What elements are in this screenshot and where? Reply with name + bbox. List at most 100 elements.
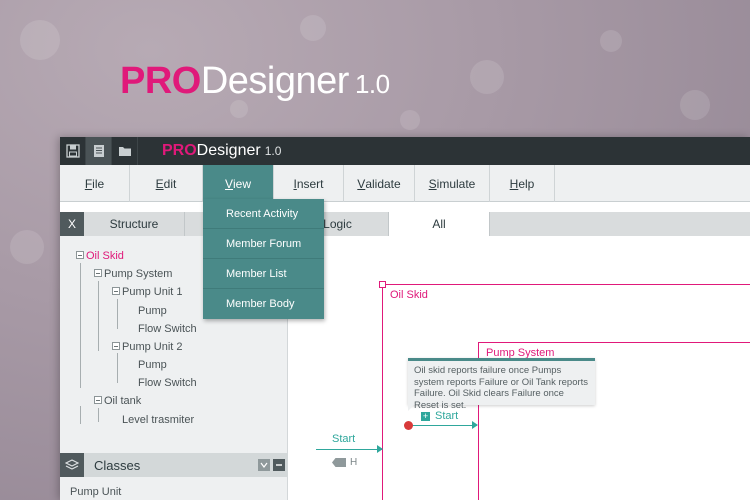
- close-panel-button[interactable]: X: [60, 212, 84, 236]
- app-title-pro: PRO: [162, 142, 197, 159]
- menu-edit[interactable]: Edit: [130, 165, 203, 202]
- bokeh-decoration: [300, 15, 326, 41]
- resize-handle[interactable]: [379, 281, 386, 288]
- menu-item-member-list[interactable]: Member List: [203, 259, 324, 289]
- tree-label: Oil Skid: [86, 250, 124, 262]
- error-indicator-dot[interactable]: [404, 421, 413, 430]
- view-dropdown-menu: Recent Activity Member Forum Member List…: [203, 199, 324, 319]
- h-tag[interactable]: H: [332, 457, 357, 468]
- bokeh-decoration: [10, 230, 44, 264]
- minimize-button[interactable]: [273, 459, 285, 471]
- menu-validate-mnemonic: V: [357, 176, 366, 191]
- menu-validate[interactable]: Validate: [344, 165, 415, 202]
- tree-connector: [117, 299, 118, 329]
- app-title-version: 1.0: [264, 144, 282, 158]
- document-icon: [93, 145, 104, 157]
- plus-icon: +: [421, 410, 430, 421]
- inner-start-connector: [409, 421, 478, 429]
- menu-item-member-forum[interactable]: Member Forum: [203, 229, 324, 259]
- menu-file-label: ile: [92, 176, 105, 191]
- oil-skid-label: Oil Skid: [390, 289, 428, 301]
- menu-edit-label: dit: [163, 176, 177, 191]
- menu-view-mnemonic: V: [224, 176, 233, 191]
- app-window: PRODesigner 1.0 File Edit View Insert Val…: [60, 137, 750, 500]
- menu-item-member-body[interactable]: Member Body: [203, 289, 324, 319]
- h-tag-label: H: [350, 457, 358, 468]
- tree-item-oil-tank[interactable]: Oil tank: [94, 395, 141, 407]
- class-item-pump-unit[interactable]: Pump Unit: [70, 486, 121, 498]
- title-bar: PRODesigner 1.0: [60, 137, 750, 165]
- tree-item-pump[interactable]: Pump: [138, 305, 167, 317]
- tree-item-oil-skid[interactable]: Oil Skid: [76, 250, 124, 262]
- collapse-toggle[interactable]: [94, 396, 102, 405]
- document-button[interactable]: [86, 137, 112, 165]
- menu-insert-label: nsert: [296, 176, 324, 191]
- menu-help-label: elp: [518, 176, 535, 191]
- hero-logo-pro: PRO: [120, 60, 201, 102]
- menu-simulate[interactable]: Simulate: [415, 165, 490, 202]
- app-title: PRODesigner 1.0: [162, 142, 281, 160]
- app-title-designer: Designer: [196, 142, 261, 159]
- minus-icon: [276, 464, 282, 466]
- tree-connector: [117, 353, 118, 383]
- inner-start-port[interactable]: + Start: [421, 410, 458, 422]
- collapse-toggle[interactable]: [112, 287, 120, 296]
- classes-panel-header: Classes: [60, 453, 288, 477]
- tree-connector: [80, 406, 81, 424]
- hero-logo-designer: Designer: [200, 60, 350, 102]
- menu-edit-mnemonic: E: [155, 176, 164, 191]
- bokeh-decoration: [20, 20, 60, 60]
- save-button[interactable]: [60, 137, 86, 165]
- hero-logo-version: 1.0: [354, 69, 390, 99]
- collapse-toggle[interactable]: [76, 251, 84, 260]
- tree-item-pump-system[interactable]: Pump System: [94, 268, 172, 280]
- menu-file-mnemonic: F: [84, 176, 93, 191]
- tree-connector: [80, 263, 81, 303]
- tree-item-flow-switch[interactable]: Flow Switch: [138, 377, 197, 389]
- tab-structure[interactable]: Structure: [84, 212, 185, 236]
- menu-insert[interactable]: Insert: [274, 165, 344, 202]
- tree-connector: [98, 408, 99, 422]
- classes-title: Classes: [94, 457, 141, 473]
- diagram-canvas[interactable]: Oil Skid Pump System Oil skid reports fa…: [288, 236, 750, 500]
- tree-item-pump-unit-1[interactable]: Pump Unit 1: [112, 286, 183, 298]
- tree-connector: [98, 281, 99, 351]
- tree-label: Oil tank: [104, 395, 142, 407]
- tree-item-level-transmitter[interactable]: Level trasmiter: [122, 414, 194, 426]
- tree-item-pump-unit-2[interactable]: Pump Unit 2: [112, 341, 183, 353]
- menu-bar: File Edit View Insert Validate Simulate …: [60, 165, 750, 202]
- menu-file[interactable]: File: [60, 165, 130, 202]
- menu-help[interactable]: Help: [490, 165, 555, 202]
- layers-icon: [60, 453, 84, 477]
- tree-label: Pump Unit 2: [122, 341, 183, 353]
- outer-start-connector: [316, 445, 383, 453]
- collapse-down-button[interactable]: [258, 459, 270, 471]
- tab-bar: X Structure Logic All: [60, 212, 750, 236]
- bokeh-decoration: [400, 110, 420, 130]
- menu-item-recent-activity[interactable]: Recent Activity: [203, 199, 324, 229]
- tab-all[interactable]: All: [389, 212, 490, 236]
- menu-view[interactable]: View: [203, 165, 274, 202]
- tag-icon: [332, 458, 346, 467]
- open-folder-button[interactable]: [112, 137, 138, 165]
- chevron-down-icon: [260, 462, 268, 468]
- tree-item-flow-switch[interactable]: Flow Switch: [138, 323, 197, 335]
- collapse-toggle[interactable]: [112, 342, 120, 351]
- save-icon: [65, 144, 80, 158]
- bokeh-decoration: [470, 60, 504, 94]
- collapse-toggle[interactable]: [94, 269, 102, 278]
- tree-connector: [80, 302, 81, 388]
- tree-label: Pump System: [104, 268, 173, 280]
- tree-item-pump[interactable]: Pump: [138, 359, 167, 371]
- menu-help-mnemonic: H: [509, 176, 519, 191]
- bokeh-decoration: [600, 30, 622, 52]
- menu-simulate-label: imulate: [436, 176, 476, 191]
- outer-start-label: Start: [332, 433, 356, 445]
- bokeh-decoration: [680, 90, 710, 120]
- menu-simulate-mnemonic: S: [428, 176, 437, 191]
- menu-validate-label: alidate: [365, 176, 401, 191]
- tree-label: Pump Unit 1: [122, 286, 183, 298]
- menu-view-label: iew: [233, 176, 252, 191]
- inner-start-label: Start: [435, 410, 459, 422]
- tooltip-tail: [408, 405, 414, 411]
